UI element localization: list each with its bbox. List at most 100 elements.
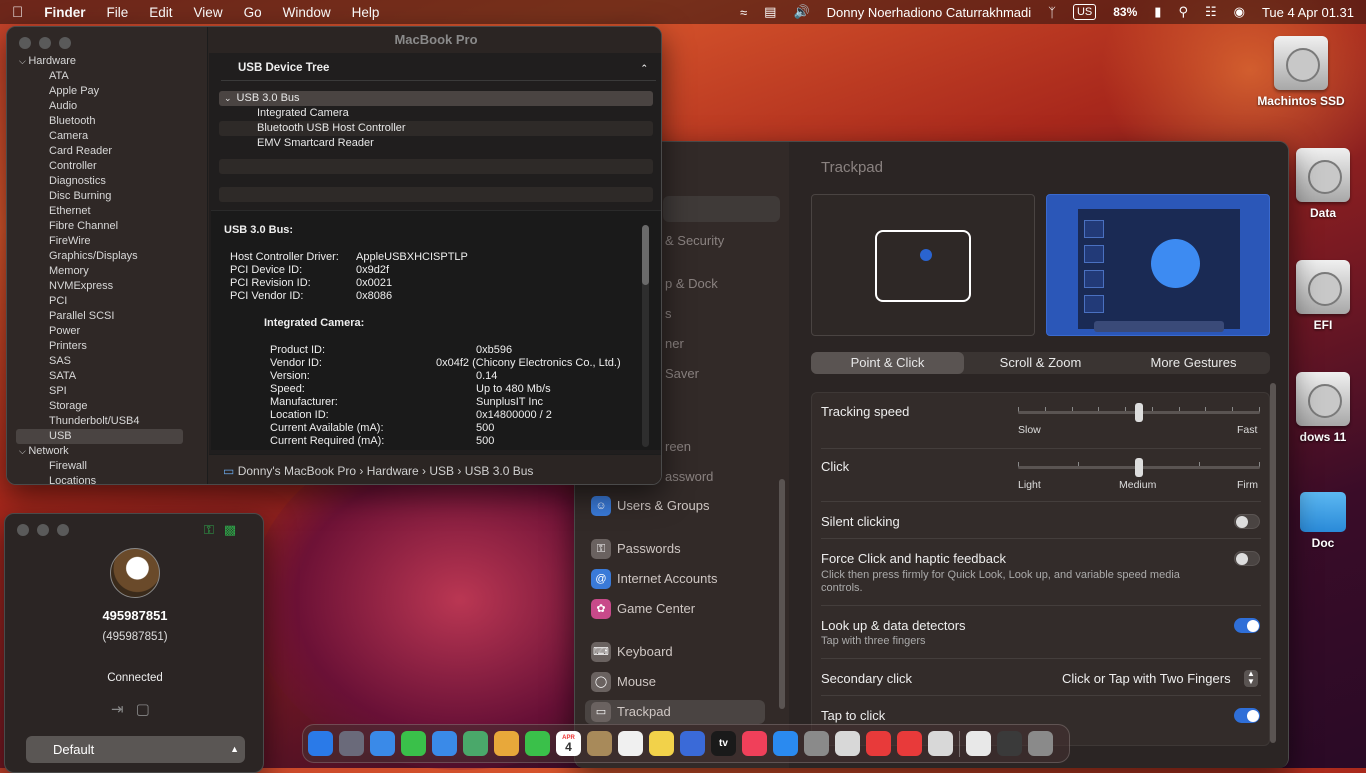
sidebar-item-graphics-displays[interactable]: Graphics/Displays [7,249,207,264]
tab-point-click[interactable]: Point & Click [811,352,964,374]
chevron-up-icon[interactable]: ⌃ [640,56,648,81]
sidebar-item-firewire[interactable]: FireWire [7,234,207,249]
sidebar-item-game-center[interactable]: ✿ Game Center [591,597,695,621]
sidebar-item-disc-burning[interactable]: Disc Burning [7,189,207,204]
sidebar-fragment[interactable]: assword [665,469,713,484]
usb-tree-header[interactable]: USB Device Tree ⌃ [221,56,656,81]
tap-to-click-toggle[interactable] [1234,708,1260,723]
tv-icon[interactable]: tv [711,731,736,756]
sidebar-item-trackpad[interactable]: ▭ Trackpad [585,700,765,724]
sidebar-item-card-reader[interactable]: Card Reader [7,144,207,159]
chevron-down-icon[interactable]: ⌵ [19,56,28,66]
sidebar-item-sas[interactable]: SAS [7,354,207,369]
settings-icon[interactable] [804,731,829,756]
chevron-updown-icon[interactable]: ▲ ▼ [1244,670,1258,687]
sidebar-fragment[interactable]: ner [665,336,684,351]
anydesk-icon[interactable] [866,731,891,756]
volume-icon[interactable]: 🔊 [793,4,809,20]
tab-more-gestures[interactable]: More Gestures [1117,352,1270,374]
sidebar-item-sata[interactable]: SATA [7,369,207,384]
menu-go[interactable]: Go [244,5,262,20]
sidebar-item-ata[interactable]: ATA [7,69,207,84]
clock[interactable]: Tue 4 Apr 01.31 [1262,5,1354,20]
user-name[interactable]: Donny Noerhadiono Caturrakhmadi [827,5,1032,20]
safari-icon[interactable] [370,731,395,756]
file-transfer-icon[interactable]: ⇥ [111,700,124,718]
sidebar-item-parallel-scsi[interactable]: Parallel SCSI [7,309,207,324]
minimize-button[interactable] [37,524,49,536]
secondary-click-value[interactable]: Click or Tap with Two Fingers [1062,671,1231,686]
zoom-button[interactable] [59,37,71,49]
sidebar-item-bluetooth[interactable]: Bluetooth [7,114,207,129]
sidebar-item-keyboard[interactable]: ⌨ Keyboard [591,640,673,664]
sidebar-item-fibre-channel[interactable]: Fibre Channel [7,219,207,234]
minimize-button[interactable] [39,37,51,49]
screen-icon[interactable] [997,731,1022,756]
tree-row[interactable]: EMV Smartcard Reader [219,136,653,151]
sidebar-fragment[interactable]: reen [665,439,691,454]
menu-window[interactable]: Window [283,5,331,20]
sidebar-item-locations[interactable]: Locations [7,474,207,484]
tree-row[interactable]: Bluetooth USB Host Controller [219,121,653,136]
sidebar-group-network[interactable]: ⌵ Network [7,444,207,459]
menu-edit[interactable]: Edit [149,5,172,20]
reminders-icon[interactable] [618,731,643,756]
calendar-icon[interactable]: APR 4 [556,731,581,756]
launchpad-icon[interactable] [339,731,364,756]
settings-search-input[interactable] [663,196,780,222]
printer-icon[interactable] [928,731,953,756]
sidebar-item-audio[interactable]: Audio [7,99,207,114]
siri-icon[interactable]: ◉ [1234,4,1245,20]
mail-icon[interactable] [432,731,457,756]
sidebar-fragment[interactable]: p & Dock [665,276,718,291]
sidebar-item-firewall[interactable]: Firewall [7,459,207,474]
battery-percent[interactable]: 83% [1113,5,1137,19]
sidebar-item-storage[interactable]: Storage [7,399,207,414]
menu-file[interactable]: File [107,5,129,20]
sidebar-item-printers[interactable]: Printers [7,339,207,354]
click-pressure-slider[interactable] [1018,458,1260,477]
document-icon[interactable] [966,731,991,756]
search-icon[interactable]: ⚲ [1178,4,1188,20]
sidebar-fragment[interactable]: & Security [665,233,724,248]
sidebar-item-pci[interactable]: PCI [7,294,207,309]
photos-icon[interactable] [494,731,519,756]
slider-knob[interactable] [1135,403,1143,422]
pane-scrollbar[interactable] [1270,383,1276,743]
facetime-icon[interactable] [525,731,550,756]
chevron-down-icon[interactable]: ⌄ [224,93,232,103]
sidebar-group-hardware[interactable]: ⌵ Hardware [7,54,207,69]
apple-menu-icon[interactable]:  [12,4,23,21]
tree-row[interactable]: Integrated Camera [219,106,653,121]
force-click-toggle[interactable] [1234,551,1260,566]
zoom-button[interactable] [57,524,69,536]
anydesk2-icon[interactable] [897,731,922,756]
breadcrumb[interactable]: Donny's MacBook Pro › Hardware › USB › U… [238,464,534,478]
menu-view[interactable]: View [194,5,223,20]
sidebar-scrollbar[interactable] [779,479,785,709]
lookup-toggle[interactable] [1234,618,1260,633]
sidebar-item-ethernet[interactable]: Ethernet [7,204,207,219]
freeform-icon[interactable] [680,731,705,756]
sidebar-item-memory[interactable]: Memory [7,264,207,279]
contacts-icon[interactable] [587,731,612,756]
chat-icon[interactable]: ▢ [136,700,150,718]
app-menu[interactable]: Finder [44,5,85,20]
sidebar-item-controller[interactable]: Controller [7,159,207,174]
maps-icon[interactable] [463,731,488,756]
battery-icon[interactable]: ▮ [1154,4,1161,20]
detail-scrollbar[interactable] [642,225,649,447]
sidebar-item-camera[interactable]: Camera [7,129,207,144]
sidebar-item-mouse[interactable]: ◯ Mouse [591,670,656,694]
sidebar-item-passwords[interactable]: ⚿ Passwords [591,537,681,561]
trash-icon[interactable] [1028,731,1053,756]
sidebar-item-users-groups[interactable]: ☺ Users & Groups [591,494,709,518]
desktop-disk-machintos[interactable]: Machintos SSD [1246,36,1356,108]
sidebar-fragment[interactable]: Saver [665,366,699,381]
sidebar-item-thunderbolt-usb4[interactable]: Thunderbolt/USB4 [7,414,207,429]
profile-select[interactable]: ▲▼ Default [26,736,245,772]
sidebar-item-apple-pay[interactable]: Apple Pay [7,84,207,99]
sidebar-item-power[interactable]: Power [7,324,207,339]
input-source[interactable]: US [1072,4,1097,20]
sidebar-item-spi[interactable]: SPI [7,384,207,399]
